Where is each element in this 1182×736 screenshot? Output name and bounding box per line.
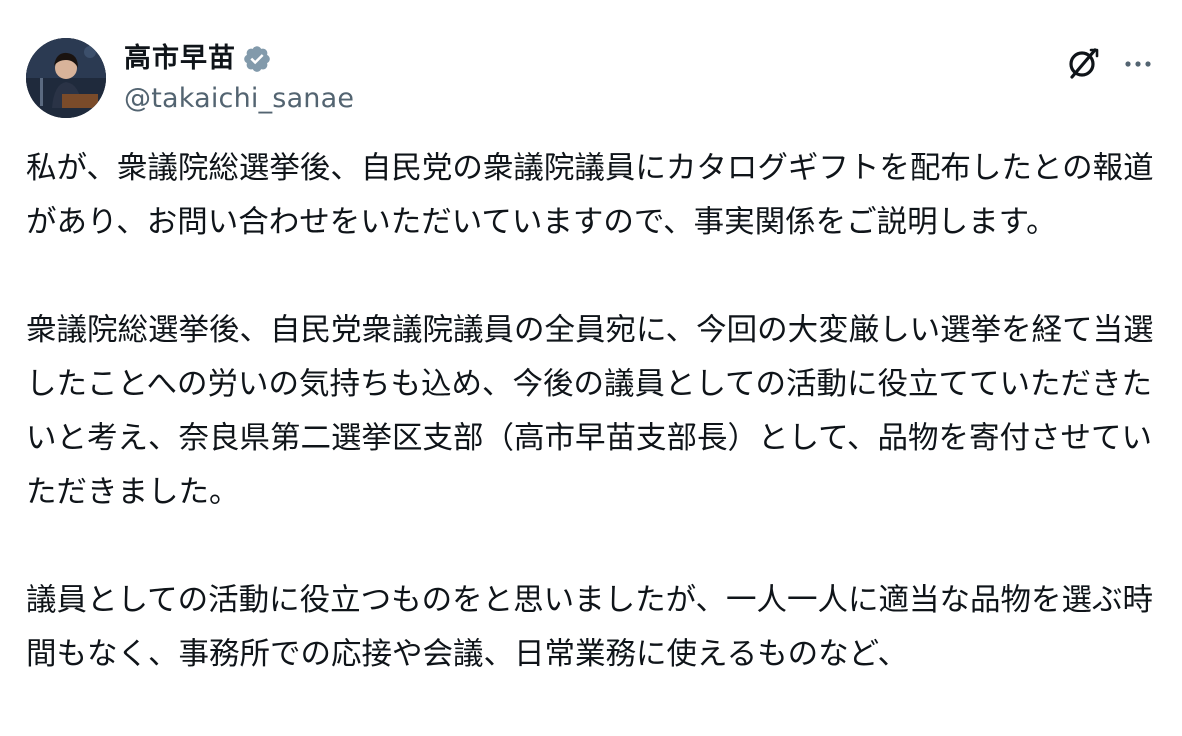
- avatar[interactable]: [26, 38, 106, 118]
- author-handle[interactable]: @takaichi_sanae: [124, 82, 354, 116]
- post-paragraph-2: 衆議院総選挙後、自民党衆議院議員の全員宛に、今回の大変厳しい選挙を経て当選したこ…: [26, 313, 1154, 510]
- verified-badge-icon: [242, 44, 272, 74]
- grok-icon[interactable]: [1064, 44, 1102, 82]
- post-paragraph-1: 私が、衆議院総選挙後、自民党の衆議院議員にカタログギフトを配布したとの報道があり…: [26, 151, 1154, 240]
- post-paragraph-3: 議員としての活動に役立つものをと思いましたが、一人一人に適当な品物を選ぶ時間もな…: [26, 583, 1153, 672]
- author-display-name[interactable]: 高市早苗: [124, 42, 236, 76]
- post: 高市早苗 @takaichi_sanae 私が、衆議院総選挙後、自民党の衆議院議…: [0, 0, 1182, 688]
- author-name-row: 高市早苗: [124, 42, 272, 76]
- more-options-icon[interactable]: [1120, 44, 1156, 82]
- post-body: 私が、衆議院総選挙後、自民党の衆議院議員にカタログギフトを配布したとの報道があり…: [26, 142, 1156, 736]
- post-header: 高市早苗 @takaichi_sanae: [26, 38, 1156, 120]
